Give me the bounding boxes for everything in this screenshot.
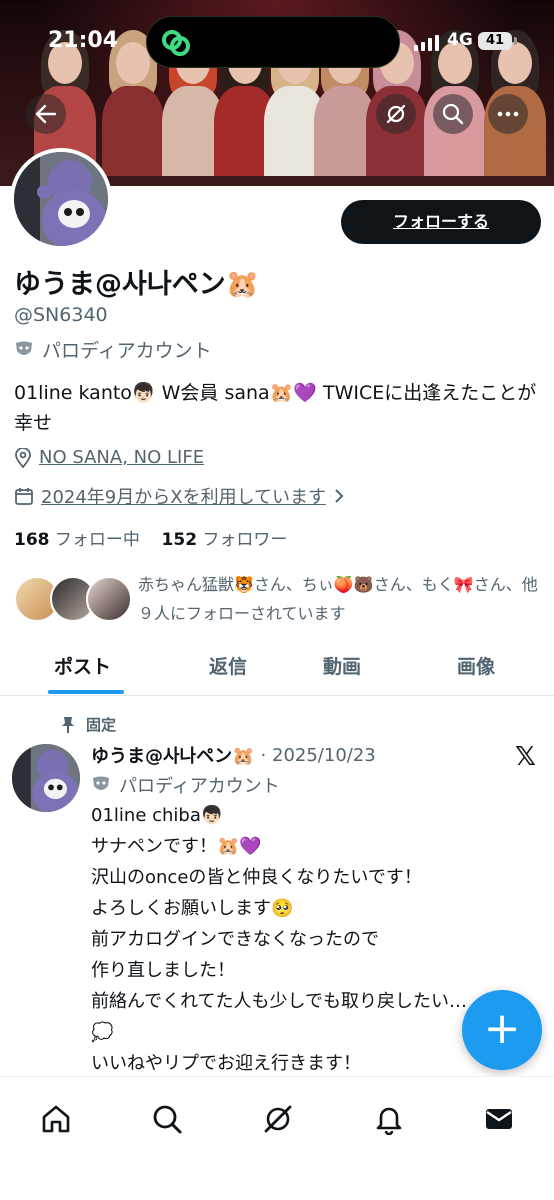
location-pin-icon (15, 447, 31, 468)
search-icon (153, 1105, 182, 1134)
followers-count: 152 (161, 530, 198, 550)
profile-handle: @SN6340 (14, 304, 108, 326)
nav-messages[interactable] (479, 1099, 519, 1139)
following-label: フォロー中 (54, 530, 140, 550)
grok-icon (264, 1105, 292, 1133)
post-line: よろしくお願いします🥺 (91, 898, 294, 919)
pinned-text: 固定 (86, 716, 117, 734)
followed-by[interactable]: 赤ちゃん猛獣🐯さん、ちぃ🍑🐻さん、もく🎀さん、他９人にフォローされています (14, 572, 544, 628)
profile-avatar[interactable] (10, 148, 112, 250)
grok-icon (386, 104, 406, 124)
back-arrow-icon (35, 104, 57, 124)
post-line: 沢山のonceの皆と仲良くなりたいです！ (91, 867, 422, 888)
nav-grok[interactable] (258, 1099, 298, 1139)
pin-icon (62, 716, 74, 733)
tab-images[interactable]: 画像 (457, 652, 495, 679)
status-bar: 21:04 4G 41 (0, 0, 554, 78)
signal-icon (414, 35, 439, 51)
follow-stats: 168 フォロー中 152 フォロワー (14, 525, 287, 550)
profile-bio: 01line kanto👦🏻 W会員 sana🐹💜 TWICEに出逢えたことが幸… (14, 382, 537, 434)
more-icon (497, 111, 519, 117)
post-parody-text: パロディアカウント (119, 776, 280, 797)
nav-notifications[interactable] (369, 1099, 409, 1139)
post-header: ゆうま@사나ペン🐹 · 2025/10/23 (91, 742, 376, 768)
post-avatar-image (12, 744, 80, 812)
calendar-icon (15, 488, 33, 505)
nav-home[interactable] (36, 1099, 76, 1139)
post-line: 作り直しました！ (91, 960, 235, 981)
parody-label: パロディアカウント (14, 336, 212, 363)
bottom-navigation (0, 1076, 554, 1200)
tab-replies[interactable]: 返信 (209, 652, 247, 679)
profile-name: ゆうま@사나ペン🐹 (14, 269, 260, 300)
post-date[interactable]: · 2025/10/23 (261, 745, 376, 766)
following-count: 168 (14, 530, 50, 550)
search-icon (442, 103, 464, 125)
post-author[interactable]: ゆうま@사나ペン🐹 (91, 742, 255, 768)
compose-button[interactable]: + (462, 990, 542, 1070)
following-link[interactable]: 168 フォロー中 (14, 530, 140, 550)
grok-button[interactable] (376, 94, 416, 134)
chevron-right-icon (335, 489, 344, 503)
messages-icon (486, 1109, 512, 1129)
parody-text: パロディアカウント (42, 340, 212, 362)
mask-icon (93, 776, 109, 790)
back-button[interactable] (26, 94, 66, 134)
pinned-label: 固定 (60, 714, 116, 735)
profile-joined[interactable]: 2024年9月からXを利用しています (14, 483, 345, 509)
home-icon (42, 1105, 70, 1133)
network-type: 4G (447, 30, 473, 50)
profile-location: NO SANA, NO LIFE (14, 447, 204, 468)
battery-icon: 41 (478, 32, 512, 50)
joined-text: 2024年9月からXを利用しています (41, 487, 327, 508)
x-logo-icon: 𝕏 (515, 742, 536, 772)
location-link[interactable]: NO SANA, NO LIFE (39, 447, 204, 468)
post-line: サナペンです！🐹💜 (91, 836, 262, 857)
more-button[interactable] (488, 94, 528, 134)
tab-posts[interactable]: ポスト (54, 652, 111, 679)
post-parody-label: パロディアカウント (91, 772, 280, 798)
mask-icon (16, 341, 32, 355)
nav-search[interactable] (147, 1099, 187, 1139)
search-button[interactable] (433, 94, 473, 134)
followers-label: フォロワー (202, 530, 288, 550)
followers-link[interactable]: 152 フォロワー (162, 530, 288, 550)
tab-videos[interactable]: 動画 (323, 652, 361, 679)
follower-avatar (86, 576, 132, 622)
post-line: 01line chiba👦🏻 (91, 805, 224, 826)
notifications-icon (376, 1107, 402, 1135)
link-icon (162, 30, 190, 56)
battery-cap (514, 37, 517, 45)
avatar-image (14, 152, 108, 246)
profile-tabs: ポスト 返信 動画 画像 (0, 642, 554, 696)
followed-by-text: 赤ちゃん猛獣🐯さん、ちぃ🍑🐻さん、もく🎀さん、他９人にフォローされています (138, 575, 538, 623)
active-tab-indicator (48, 690, 124, 694)
status-time: 21:04 (48, 28, 119, 53)
post-avatar[interactable] (12, 744, 80, 812)
follow-button[interactable]: フォローする (341, 200, 541, 244)
dynamic-island (146, 16, 400, 68)
post-line: 前アカログインできなくなったので (91, 929, 379, 950)
